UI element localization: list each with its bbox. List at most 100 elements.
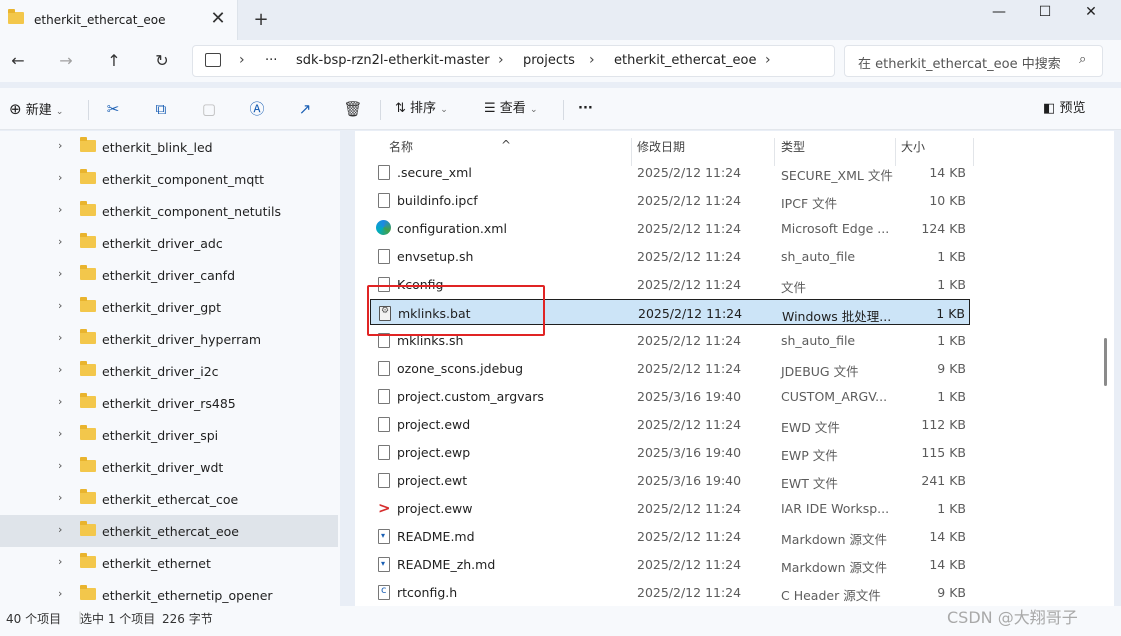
view-label: 查看 bbox=[499, 101, 526, 116]
folder-icon bbox=[80, 169, 96, 184]
file-type: sh_auto_file bbox=[781, 249, 856, 264]
command-toolbar: ⊕ 新建 ⌄ ✂ ⧉ ▢ Ⓐ ↗ 🗑 ⇅ 排序 ⌄ ☰ 查看 ⌄ ··· ◧ 预… bbox=[0, 88, 1121, 130]
paste-icon[interactable]: ▢ bbox=[196, 96, 222, 122]
sidebar-item[interactable]: › etherkit_ethercat_coe bbox=[0, 483, 338, 515]
sidebar-item[interactable]: › etherkit_driver_wdt bbox=[0, 451, 338, 483]
sidebar-item[interactable]: › etherkit_driver_hyperram bbox=[0, 323, 338, 355]
folder-icon bbox=[80, 361, 96, 376]
tab-close-icon[interactable]: ✕ bbox=[206, 8, 230, 32]
new-tab-button[interactable]: + bbox=[248, 8, 274, 34]
file-size: 124 KB bbox=[921, 221, 966, 236]
chevron-right-icon[interactable]: › bbox=[58, 427, 62, 440]
chevron-right-icon[interactable]: › bbox=[58, 395, 62, 408]
chevron-right-icon[interactable]: › bbox=[58, 459, 62, 472]
file-row[interactable]: project.eww 2025/2/12 11:24 IAR IDE Worksp… bbox=[370, 495, 970, 521]
column-header-size[interactable]: 大小 bbox=[901, 138, 925, 155]
file-row[interactable]: README.md 2025/2/12 11:24 Markdown 源文件 14 K… bbox=[370, 523, 970, 549]
more-options-button[interactable]: ··· bbox=[578, 96, 593, 122]
file-date: 2025/2/12 11:24 bbox=[637, 361, 742, 376]
file-row[interactable]: README_zh.md 2025/2/12 11:24 Markdown 源文件 1… bbox=[370, 551, 970, 577]
breadcrumb-more[interactable]: ··· bbox=[265, 53, 277, 68]
file-type: SECURE_XML 文件 bbox=[781, 168, 893, 183]
sidebar-item[interactable]: › etherkit_driver_spi bbox=[0, 419, 338, 451]
file-icon bbox=[378, 445, 390, 460]
column-header-name[interactable]: 名称 bbox=[389, 138, 413, 155]
view-button[interactable]: ☰ 查看 ⌄ bbox=[484, 96, 538, 122]
file-row[interactable]: .secure_xml 2025/2/12 11:24 SECURE_XML 文件 1… bbox=[370, 159, 970, 185]
sidebar-item[interactable]: › etherkit_ethernetip_opener bbox=[0, 579, 338, 606]
sidebar-item[interactable]: › etherkit_component_mqtt bbox=[0, 163, 338, 195]
new-button[interactable]: ⊕ 新建 ⌄ bbox=[9, 96, 63, 122]
chevron-right-icon[interactable]: › bbox=[58, 587, 62, 600]
up-button[interactable]: ↑ bbox=[101, 48, 127, 74]
close-button[interactable]: ✕ bbox=[1068, 0, 1114, 26]
column-divider[interactable] bbox=[973, 138, 974, 166]
file-row[interactable]: buildinfo.ipcf 2025/2/12 11:24 IPCF 文件 10 K… bbox=[370, 187, 970, 213]
tab-etherkit-ethercat-eoe[interactable]: etherkit_ethercat_eoe ✕ bbox=[0, 0, 238, 40]
refresh-button[interactable]: ↻ bbox=[149, 48, 175, 74]
file-row[interactable]: envsetup.sh 2025/2/12 11:24 sh_auto_file 1 … bbox=[370, 243, 970, 269]
chevron-right-icon[interactable]: › bbox=[58, 235, 62, 248]
file-type: CUSTOM_ARGV... bbox=[781, 389, 888, 404]
sidebar-item-label: etherkit_driver_rs485 bbox=[102, 396, 236, 411]
sort-button[interactable]: ⇅ 排序 ⌄ bbox=[395, 96, 448, 122]
file-size: 1 KB bbox=[936, 306, 965, 321]
delete-icon[interactable]: 🗑 bbox=[340, 96, 366, 122]
sidebar-item-label: etherkit_driver_gpt bbox=[102, 300, 222, 315]
file-row[interactable]: project.ewt 2025/3/16 19:40 EWT 文件 241 KB bbox=[370, 467, 970, 493]
share-icon[interactable]: ↗ bbox=[292, 96, 318, 122]
preview-button[interactable]: ◧ 预览 bbox=[1043, 96, 1085, 122]
navigation-pane: › etherkit_blink_led › etherkit_component_… bbox=[0, 131, 340, 606]
copy-icon[interactable]: ⧉ bbox=[148, 96, 174, 122]
file-list-scrollbar[interactable] bbox=[1104, 338, 1107, 386]
file-size: 241 KB bbox=[921, 473, 966, 488]
sidebar-item-selected[interactable]: › etherkit_ethercat_eoe bbox=[0, 515, 338, 547]
chevron-right-icon[interactable]: › bbox=[58, 523, 62, 536]
minimize-button[interactable]: — bbox=[976, 0, 1022, 26]
file-type: Markdown 源文件 bbox=[781, 532, 888, 547]
breadcrumb-current-folder[interactable]: etherkit_ethercat_eoe bbox=[614, 53, 756, 68]
search-input[interactable]: 在 etherkit_ethercat_eoe 中搜索 ⌕ bbox=[844, 45, 1103, 77]
sidebar-item[interactable]: › etherkit_driver_canfd bbox=[0, 259, 338, 291]
chevron-right-icon[interactable]: › bbox=[58, 299, 62, 312]
file-row[interactable]: project.ewp 2025/3/16 19:40 EWP 文件 115 KB bbox=[370, 439, 970, 465]
cut-icon[interactable]: ✂ bbox=[100, 96, 126, 122]
file-date: 2025/2/12 11:24 bbox=[637, 417, 742, 432]
sidebar-item[interactable]: › etherkit_driver_rs485 bbox=[0, 387, 338, 419]
file-row[interactable]: configuration.xml 2025/2/12 11:24 Microsof… bbox=[370, 215, 970, 241]
file-row[interactable]: rtconfig.h 2025/2/12 11:24 C Header 源文件 9 K… bbox=[370, 579, 970, 605]
file-row[interactable]: project.custom_argvars 2025/3/16 19:40 CUS… bbox=[370, 383, 970, 409]
back-button[interactable]: ← bbox=[5, 48, 31, 74]
chevron-right-icon[interactable]: › bbox=[58, 363, 62, 376]
breadcrumb-projects[interactable]: projects bbox=[523, 53, 575, 68]
rename-icon[interactable]: Ⓐ bbox=[244, 96, 270, 122]
file-row[interactable]: ozone_scons.jdebug 2025/2/12 11:24 JDEBUG … bbox=[370, 355, 970, 381]
chevron-right-icon[interactable]: › bbox=[58, 203, 62, 216]
file-type: EWD 文件 bbox=[781, 420, 840, 435]
chevron-right-icon[interactable]: › bbox=[58, 267, 62, 280]
breadcrumb-sdk-bsp[interactable]: sdk-bsp-rzn2l-etherkit-master bbox=[296, 53, 490, 68]
sidebar-item[interactable]: › etherkit_driver_gpt bbox=[0, 291, 338, 323]
sidebar-item[interactable]: › etherkit_component_netutils bbox=[0, 195, 338, 227]
forward-button[interactable]: → bbox=[53, 48, 79, 74]
maximize-button[interactable]: ☐ bbox=[1022, 0, 1068, 26]
column-header-date[interactable]: 修改日期 bbox=[637, 138, 685, 155]
sidebar-item[interactable]: › etherkit_ethernet bbox=[0, 547, 338, 579]
column-header-type[interactable]: 类型 bbox=[781, 138, 805, 155]
chevron-right-icon[interactable]: › bbox=[58, 555, 62, 568]
sidebar-item[interactable]: › etherkit_blink_led bbox=[0, 131, 338, 163]
chevron-right-icon[interactable]: › bbox=[58, 491, 62, 504]
selection-count: 选中 1 个项目 bbox=[80, 612, 156, 626]
chevron-right-icon[interactable]: › bbox=[58, 139, 62, 152]
chevron-right-icon[interactable]: › bbox=[58, 171, 62, 184]
file-name: .secure_xml bbox=[397, 165, 472, 180]
file-date: 2025/2/12 11:24 bbox=[637, 501, 742, 516]
chevron-right-icon[interactable]: › bbox=[58, 331, 62, 344]
sidebar-item[interactable]: › etherkit_driver_i2c bbox=[0, 355, 338, 387]
edge-browser-icon bbox=[376, 220, 391, 235]
file-row[interactable]: project.ewd 2025/2/12 11:24 EWD 文件 112 KB bbox=[370, 411, 970, 437]
file-name: rtconfig.h bbox=[397, 585, 458, 600]
folder-icon bbox=[80, 521, 96, 536]
address-bar[interactable]: › ··· sdk-bsp-rzn2l-etherkit-master › pr… bbox=[192, 45, 835, 77]
sidebar-item[interactable]: › etherkit_driver_adc bbox=[0, 227, 338, 259]
